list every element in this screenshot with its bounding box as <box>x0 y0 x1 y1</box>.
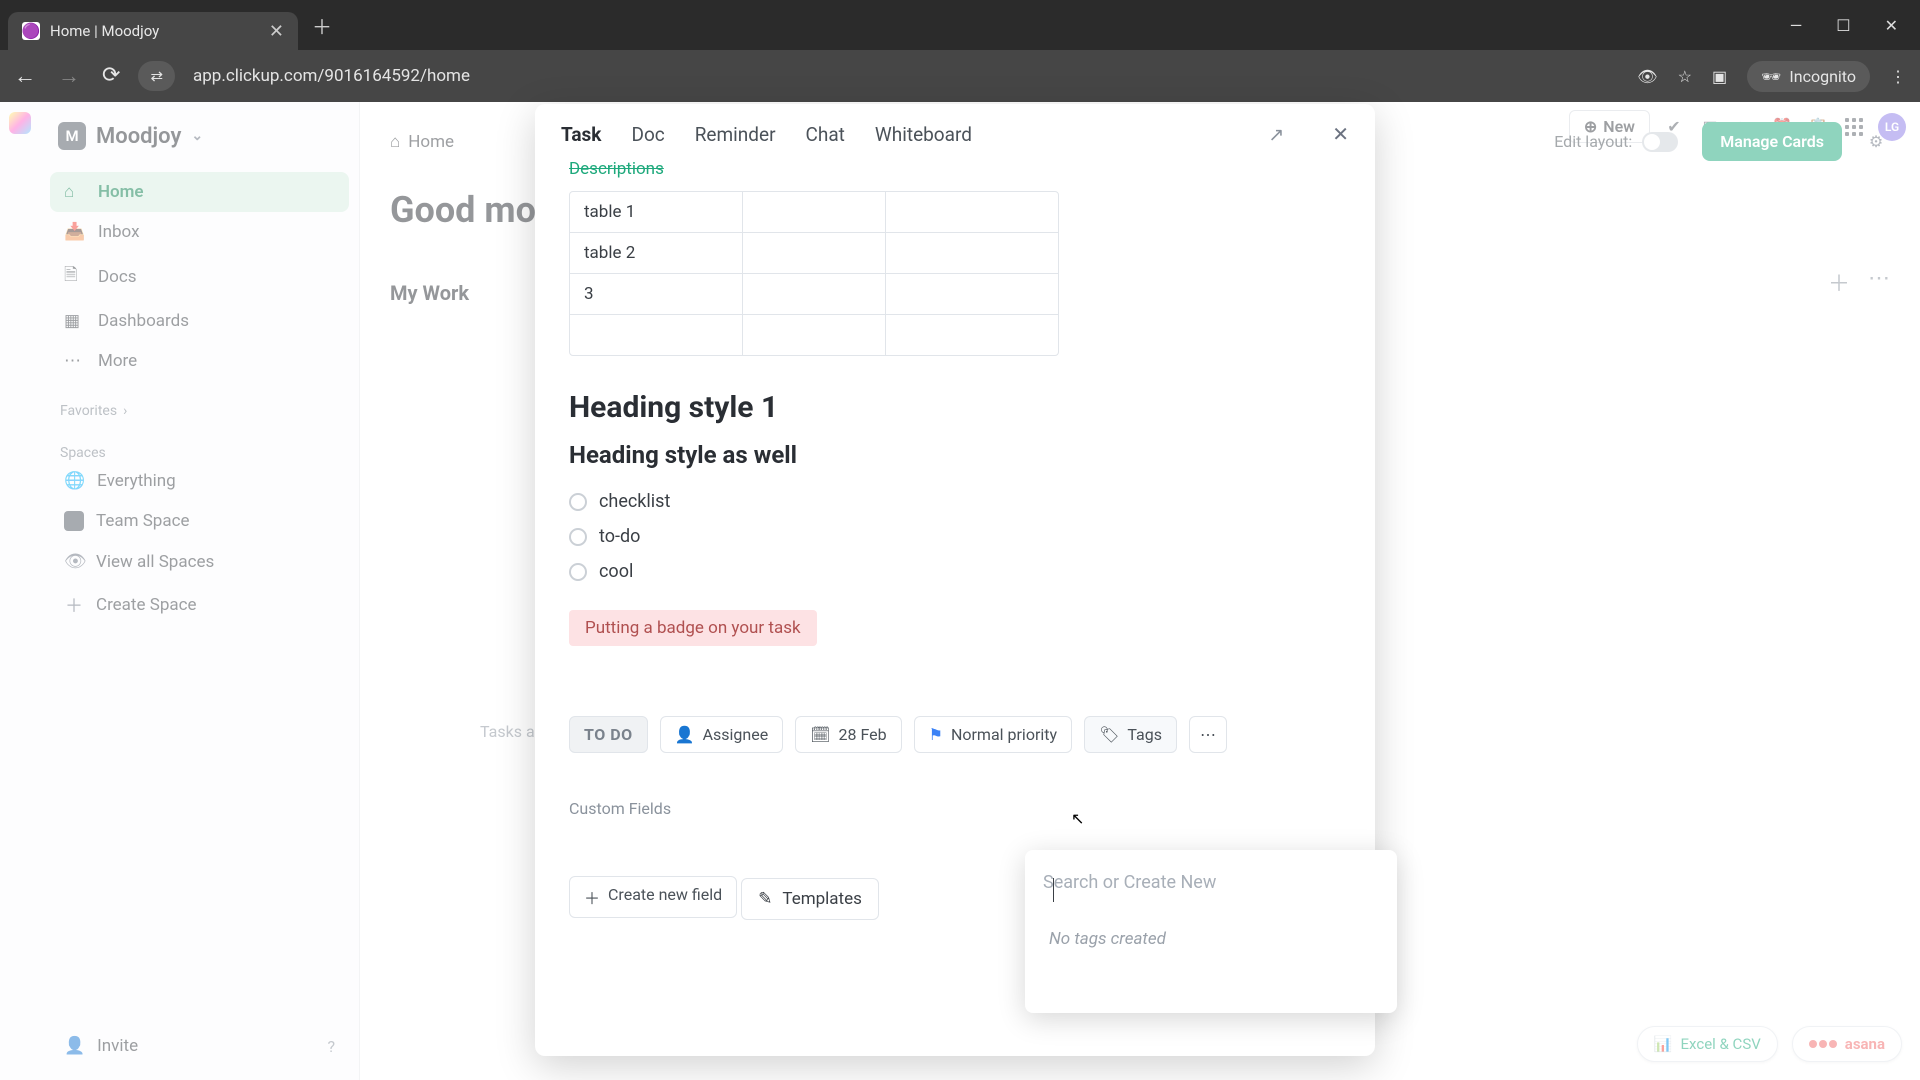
tag-icon: 🏷 <box>1099 725 1119 744</box>
table-cell[interactable] <box>570 315 743 355</box>
tags-popover: No tags created <box>1025 850 1397 1013</box>
heading-2[interactable]: Heading style as well <box>569 441 1341 469</box>
tab-close-icon[interactable]: ✕ <box>269 21 284 42</box>
favicon-icon: 🟣 <box>22 22 40 40</box>
incognito-icon: 🕶 <box>1761 67 1781 86</box>
flag-icon: ⚑ <box>929 725 943 744</box>
forward-icon[interactable]: → <box>58 63 80 89</box>
table-cell[interactable]: 3 <box>570 274 743 314</box>
tags-empty-state: No tags created <box>1039 901 1383 999</box>
close-icon[interactable]: ✕ <box>1332 122 1349 146</box>
modal-tab-task[interactable]: Task <box>561 123 601 146</box>
table-cell[interactable]: table 1 <box>570 192 743 232</box>
modal-tab-reminder[interactable]: Reminder <box>695 123 776 146</box>
modal-tab-chat[interactable]: Chat <box>806 123 845 146</box>
heading-1[interactable]: Heading style 1 <box>569 390 1341 425</box>
assignee-chip[interactable]: 👤 Assignee <box>660 716 784 753</box>
minimize-icon[interactable]: — <box>1790 16 1803 35</box>
task-badge[interactable]: Putting a badge on your task <box>569 610 817 646</box>
text-caret <box>1053 878 1054 902</box>
descriptions-label: Descriptions <box>569 159 1341 179</box>
description-table[interactable]: table 1 table 2 3 <box>569 191 1059 356</box>
checkbox-icon[interactable] <box>569 493 587 511</box>
more-chip[interactable]: ⋯ <box>1189 716 1227 753</box>
bookmark-icon[interactable]: ☆ <box>1678 67 1692 86</box>
status-chip[interactable]: TO DO <box>569 716 648 753</box>
date-chip[interactable]: 🗓 28 Feb <box>795 716 901 753</box>
person-icon: 👤 <box>675 725 695 744</box>
table-cell[interactable]: table 2 <box>570 233 743 273</box>
incognito-badge[interactable]: 🕶 Incognito <box>1747 61 1870 92</box>
new-tab-button[interactable]: ＋ <box>312 11 332 40</box>
priority-chip[interactable]: ⚑ Normal priority <box>914 716 1072 753</box>
modal-tab-doc[interactable]: Doc <box>631 123 664 146</box>
close-window-icon[interactable]: ✕ <box>1885 16 1898 35</box>
browser-tab[interactable]: 🟣 Home | Moodjoy ✕ <box>8 12 298 50</box>
plus-icon: ＋ <box>584 885 600 909</box>
modal-tab-whiteboard[interactable]: Whiteboard <box>875 123 972 146</box>
url-text[interactable]: app.clickup.com/9016164592/home <box>193 66 470 86</box>
eye-off-icon[interactable]: 👁 <box>1637 67 1657 86</box>
browser-menu-icon[interactable]: ⋮ <box>1890 67 1906 86</box>
browser-tab-strip: 🟣 Home | Moodjoy ✕ ＋ — ☐ ✕ <box>0 0 1920 50</box>
checklist-item[interactable]: cool <box>569 561 1341 582</box>
address-bar: ← → ⟳ ⇄ app.clickup.com/9016164592/home … <box>0 50 1920 102</box>
site-info-icon[interactable]: ⇄ <box>138 61 175 91</box>
checklist-item[interactable]: to-do <box>569 526 1341 547</box>
checkbox-icon[interactable] <box>569 528 587 546</box>
panel-icon[interactable]: ▣ <box>1712 67 1727 86</box>
checkbox-icon[interactable] <box>569 563 587 581</box>
maximize-icon[interactable]: ☐ <box>1836 16 1850 35</box>
tab-title: Home | Moodjoy <box>50 22 159 40</box>
tags-search-input[interactable] <box>1039 864 1383 901</box>
wand-icon: ✎ <box>758 889 772 909</box>
create-field-button[interactable]: ＋ Create new field <box>569 876 737 918</box>
window-controls: — ☐ ✕ <box>1790 16 1912 35</box>
custom-fields-label: Custom Fields <box>569 799 1341 818</box>
calendar-icon: 🗓 <box>810 725 830 744</box>
reload-icon[interactable]: ⟳ <box>102 63 120 89</box>
back-icon[interactable]: ← <box>14 63 36 89</box>
checklist-item[interactable]: checklist <box>569 491 1341 512</box>
templates-button[interactable]: ✎ Templates <box>741 878 879 920</box>
tags-chip[interactable]: 🏷 Tags <box>1084 716 1177 753</box>
expand-icon[interactable]: ↗ <box>1268 123 1284 146</box>
